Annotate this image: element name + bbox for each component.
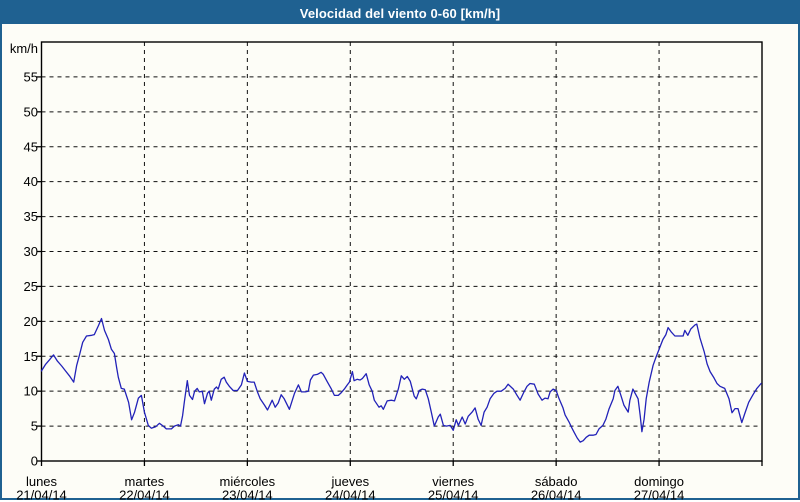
svg-text:50: 50 xyxy=(24,104,38,119)
svg-text:15: 15 xyxy=(24,349,38,364)
grid-lines xyxy=(42,42,763,461)
y-axis-labels: 0 5 10 15 20 25 30 35 40 45 50 55 km/h xyxy=(10,41,38,469)
svg-text:5: 5 xyxy=(31,419,38,434)
wind-speed-line xyxy=(42,319,762,443)
axis-ticks xyxy=(37,77,763,466)
svg-text:20: 20 xyxy=(24,314,38,329)
wind-speed-chart: 0 5 10 15 20 25 30 35 40 45 50 55 km/h lunes21/04/14m… xyxy=(2,2,800,502)
y-axis-unit-label: km/h xyxy=(10,41,38,56)
svg-text:40: 40 xyxy=(24,174,38,189)
x-axis-labels: lunes21/04/14martes22/04/14miércoles23/0… xyxy=(16,474,684,502)
svg-text:35: 35 xyxy=(24,209,38,224)
svg-text:0: 0 xyxy=(31,454,38,469)
svg-text:45: 45 xyxy=(24,139,38,154)
chart-window: Velocidad del viento 0-60 [km/h] 0510152… xyxy=(0,0,800,500)
svg-text:25: 25 xyxy=(24,279,38,294)
svg-text:10: 10 xyxy=(24,384,38,399)
svg-text:55: 55 xyxy=(24,69,38,84)
svg-text:30: 30 xyxy=(24,244,38,259)
